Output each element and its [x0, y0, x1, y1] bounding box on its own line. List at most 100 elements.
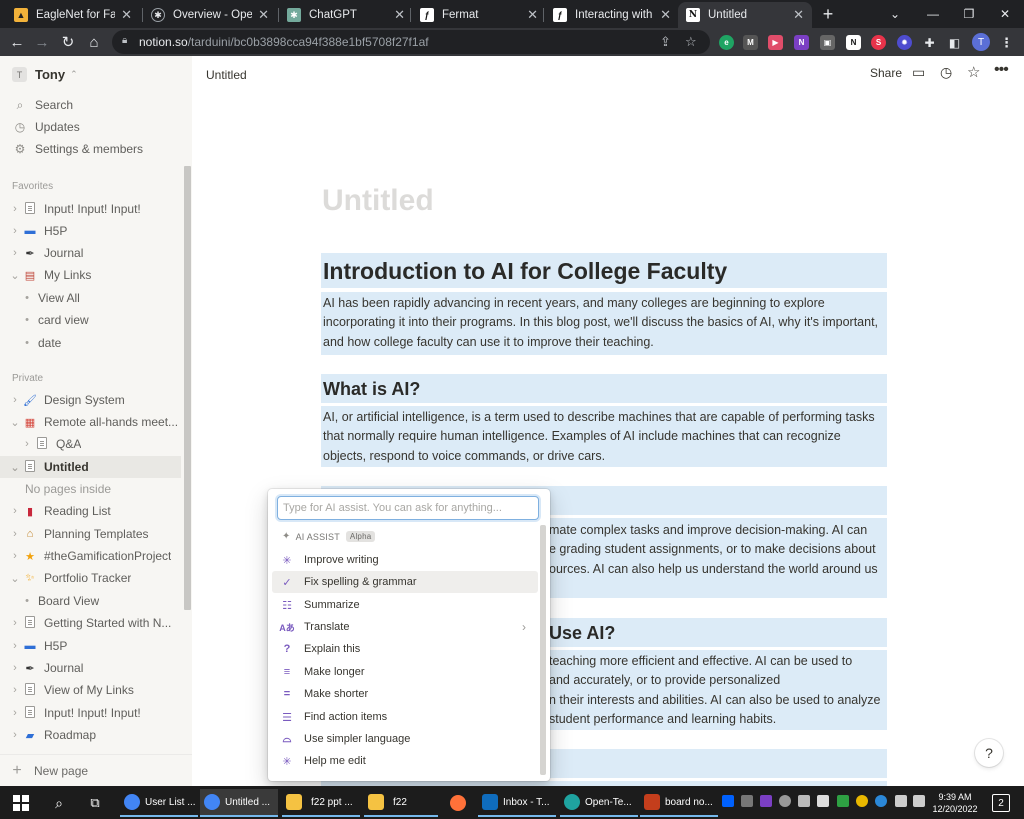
sidebar-item-journal-2[interactable]: › ✒ Journal	[0, 657, 181, 679]
sidebar-item-date[interactable]: • date	[0, 332, 181, 354]
chevron-right-icon[interactable]: ›	[8, 394, 22, 406]
favorite-star-icon[interactable]: ☆	[967, 63, 980, 81]
close-icon[interactable]: ✕	[793, 7, 804, 23]
more-options-icon[interactable]: •••	[994, 61, 1009, 79]
extension-icon[interactable]: M	[743, 35, 758, 50]
paragraph-block[interactable]: AI, or artificial intelligence, is a ter…	[321, 406, 887, 467]
sidebar-item-reading-list[interactable]: › ▮ Reading List	[0, 500, 181, 522]
taskbar-clock[interactable]: 9:39 AM 12/20/2022	[930, 791, 980, 815]
puzzle-icon[interactable]: ✚	[922, 35, 937, 50]
ai-item-help-me-edit[interactable]: ✳ Help me edit	[272, 750, 538, 772]
notion-extension-icon[interactable]: N	[846, 35, 861, 50]
page-title[interactable]: Untitled	[322, 184, 434, 218]
sidebar-item-portfolio-tracker[interactable]: ⌄ ✨︎ Portfolio Tracker	[0, 567, 181, 589]
extension-icon[interactable]: ✹	[897, 35, 912, 50]
ai-item-improve-writing[interactable]: ✳ Improve writing	[272, 549, 538, 571]
chevron-right-icon[interactable]: ›	[8, 684, 22, 696]
tab-search-icon[interactable]: ⌄	[875, 0, 915, 28]
evernote-extension-icon[interactable]: e	[719, 35, 734, 50]
paragraph-block[interactable]: AI has been rapidly advancing in recent …	[321, 292, 887, 355]
onenote-extension-icon[interactable]: N	[794, 35, 809, 50]
new-page-button[interactable]: + New page	[0, 754, 192, 786]
sidebar-item-journal[interactable]: › ✒ Journal	[0, 242, 181, 264]
ai-item-summarize[interactable]: ☷ Summarize	[272, 594, 538, 616]
ai-item-fix-spelling[interactable]: ✓ Fix spelling & grammar	[272, 571, 538, 593]
taskbar-item-chrome-user-list[interactable]: User List ...	[120, 789, 198, 817]
comments-icon[interactable]: ▭	[912, 64, 925, 81]
tray-icon[interactable]	[856, 795, 868, 807]
taskbar-item-outlook[interactable]: Inbox - T...	[478, 789, 556, 817]
close-window-button[interactable]: ✕	[985, 0, 1024, 28]
ai-item-find-action-items[interactable]: ☰ Find action items	[272, 706, 538, 728]
taskbar-item-firefox[interactable]	[446, 789, 470, 817]
sidebar-item-h5p-2[interactable]: › ▬ H5P	[0, 635, 181, 657]
share-icon[interactable]: ⇪	[660, 34, 671, 50]
reload-button[interactable]: ↻	[57, 31, 79, 53]
extension-icon[interactable]: ▣	[820, 35, 835, 50]
maximize-button[interactable]: ❐	[949, 0, 989, 28]
sidebar-item-card-view[interactable]: • card view	[0, 309, 181, 331]
new-tab-button[interactable]: +	[808, 0, 848, 28]
chevron-right-icon[interactable]: ›	[8, 528, 22, 540]
chevron-right-icon[interactable]: ›	[8, 729, 22, 741]
chevron-right-icon[interactable]: ›	[8, 640, 22, 652]
sidebar-scrollbar[interactable]	[184, 166, 191, 610]
search-icon[interactable]: ⌕	[48, 789, 70, 817]
volume-icon[interactable]	[913, 795, 925, 807]
close-icon[interactable]: ✕	[258, 7, 269, 23]
taskbar-item-chrome-untitled[interactable]: Untitled ...	[200, 789, 278, 817]
close-icon[interactable]: ✕	[394, 7, 405, 23]
sidebar-item-planning-templates[interactable]: › ⌂ Planning Templates	[0, 523, 181, 545]
share-button[interactable]: Share	[870, 66, 902, 80]
browser-tab-chatgpt[interactable]: ✱ ChatGPT ✕	[279, 2, 413, 28]
help-button[interactable]: ?	[975, 739, 1003, 767]
sidebar-item-h5p[interactable]: › ▬ H5P	[0, 220, 181, 242]
close-icon[interactable]: ✕	[660, 7, 671, 23]
chevron-right-icon[interactable]: ›	[8, 662, 22, 674]
sidebar-item-roadmap[interactable]: › ▰ Roadmap	[0, 724, 181, 746]
sidebar-item-qa[interactable]: › Q&A	[0, 433, 181, 455]
tray-icon[interactable]	[779, 795, 791, 807]
chevron-down-icon[interactable]: ⌄	[8, 461, 22, 474]
close-icon[interactable]: ✕	[527, 7, 538, 23]
browser-tab-untitled[interactable]: N Untitled ✕	[678, 2, 812, 28]
back-button[interactable]: ←	[6, 31, 28, 53]
ai-item-make-longer[interactable]: ≡ Make longer	[272, 661, 538, 683]
kebab-menu-icon[interactable]: ⋮	[999, 35, 1014, 50]
minimize-button[interactable]: —	[913, 0, 953, 28]
workspace-switcher[interactable]: T Tony ⌃	[12, 67, 78, 82]
chevron-right-icon[interactable]: ›	[8, 225, 22, 237]
ai-item-explain[interactable]: ? Explain this	[272, 638, 538, 660]
history-clock-icon[interactable]: ◷	[940, 64, 952, 81]
chevron-right-icon[interactable]: ›	[8, 203, 22, 215]
address-bar[interactable]: 🔒︎ notion.so/tarduini/bc0b3898cca94f388e…	[112, 30, 710, 54]
tray-icon[interactable]	[741, 795, 753, 807]
side-panel-icon[interactable]: ◧	[947, 35, 962, 50]
network-icon[interactable]	[895, 795, 907, 807]
sidebar-item-view-all[interactable]: • View All	[0, 287, 181, 309]
profile-avatar[interactable]: T	[972, 33, 990, 51]
ai-item-simpler-language[interactable]: ⌓ Use simpler language	[272, 728, 538, 750]
sidebar-settings[interactable]: ⚙ Settings & members	[12, 139, 143, 159]
sidebar-item-gamification[interactable]: › ★ #theGamificationProject	[0, 545, 181, 567]
sidebar-item-getting-started[interactable]: › Getting Started with N...	[0, 612, 181, 634]
extension-icon[interactable]: S	[871, 35, 886, 50]
ai-assist-input[interactable]	[277, 496, 539, 520]
taskbar-item-powerpoint[interactable]: board no...	[640, 789, 718, 817]
taskbar-item-folder-f22[interactable]: f22	[364, 789, 438, 817]
chevron-right-icon[interactable]: ›	[8, 617, 22, 629]
chevron-down-icon[interactable]: ⌄	[8, 416, 22, 429]
onedrive-tray-icon[interactable]	[798, 795, 810, 807]
tray-icon[interactable]	[817, 795, 829, 807]
ai-menu-scrollbar[interactable]	[540, 525, 546, 775]
heading-block[interactable]: What is AI?	[321, 374, 887, 403]
browser-tab-openai[interactable]: ✱ Overview - OpenAI ✕	[143, 2, 277, 28]
tray-icon[interactable]	[875, 795, 887, 807]
sidebar-updates[interactable]: ◷ Updates	[12, 117, 80, 137]
chevron-down-icon[interactable]: ⌄	[8, 572, 22, 585]
taskbar-item-folder-f22-ppt[interactable]: f22 ppt ...	[282, 789, 360, 817]
breadcrumb[interactable]: Untitled	[206, 68, 247, 82]
sidebar-item-remote-all-hands[interactable]: ⌄ ▦ Remote all-hands meet...	[0, 411, 181, 433]
chevron-right-icon[interactable]: ›	[8, 247, 22, 259]
home-button[interactable]: ⌂	[83, 31, 105, 53]
